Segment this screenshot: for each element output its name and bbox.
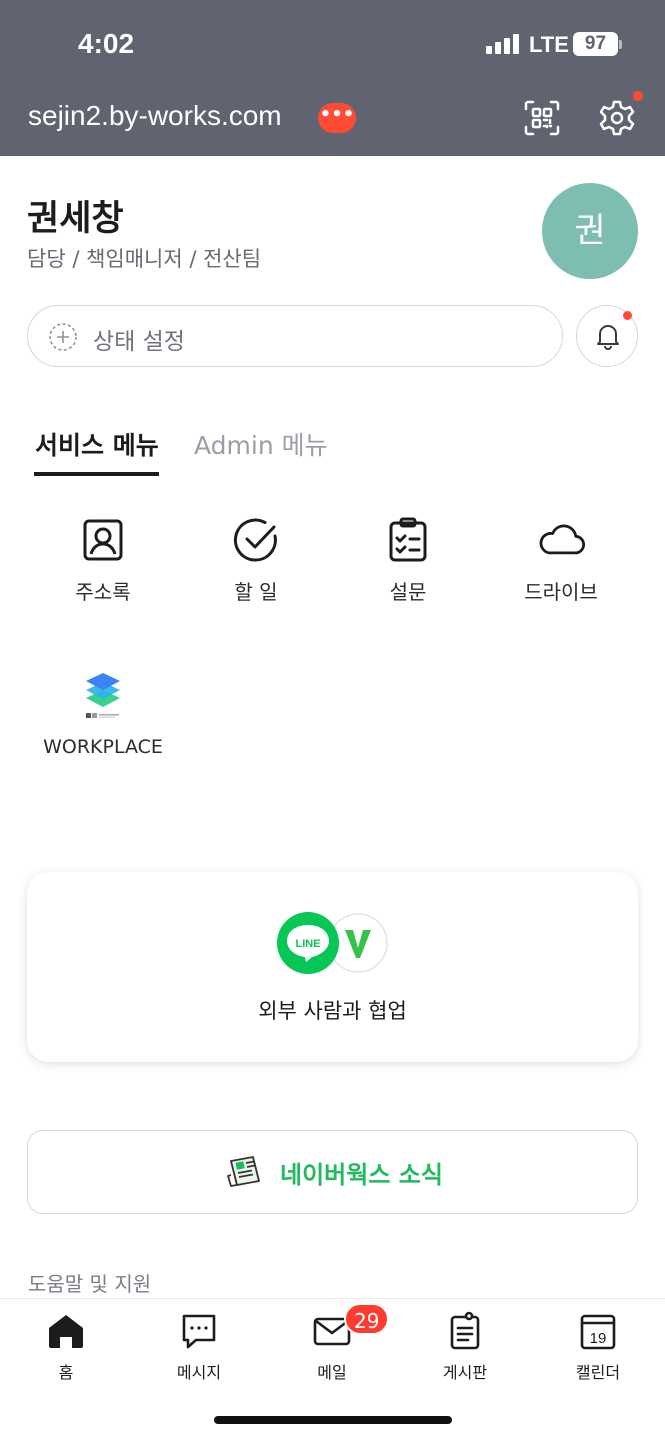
- more-dots-icon[interactable]: •••: [318, 103, 356, 133]
- nav-label: 메시지: [176, 1363, 222, 1382]
- nav-home[interactable]: 홈: [11, 1311, 121, 1383]
- home-icon: [49, 1315, 83, 1348]
- network-type: LTE: [529, 32, 569, 57]
- contact-card-icon: [83, 519, 123, 561]
- clipboard-checklist-icon: [389, 517, 427, 562]
- home-indicator: [214, 1416, 452, 1424]
- user-name: 권세창: [27, 199, 124, 239]
- naverworks-news-button[interactable]: 네이버웍스 소식: [27, 1130, 638, 1214]
- tab-admin-menu[interactable]: Admin 메뉴: [194, 426, 328, 462]
- line-works-logo-icon: LINE: [277, 912, 388, 974]
- service-todo[interactable]: 할 일: [181, 516, 331, 605]
- nav-messages[interactable]: 메시지: [144, 1311, 254, 1383]
- signal-strength-icon: [486, 34, 519, 54]
- board-icon: [450, 1311, 480, 1350]
- check-circle-icon: [233, 518, 277, 562]
- line-logo-text: LINE: [295, 938, 320, 950]
- chat-bubble-icon: [182, 1314, 216, 1349]
- service-address-book[interactable]: 주소록: [28, 516, 178, 605]
- calendar-date: 19: [590, 1330, 607, 1347]
- user-position: 담당 / 책임매니저 / 전산팀: [27, 247, 262, 271]
- newspaper-icon: [227, 1156, 260, 1187]
- add-status-icon: [49, 323, 77, 351]
- avatar[interactable]: 권: [542, 183, 638, 279]
- workspace-domain[interactable]: sejin2.by-works.com: [28, 100, 282, 132]
- nav-label: 캘린더: [575, 1363, 621, 1382]
- news-label: 네이버웍스 소식: [280, 1161, 443, 1189]
- qr-scan-icon[interactable]: [522, 98, 562, 138]
- service-label: 할 일: [234, 580, 278, 604]
- help-section-title: 도움말 및 지원: [28, 1272, 152, 1296]
- service-label: 주소록: [75, 580, 131, 604]
- status-setting-field[interactable]: 상태 설정: [27, 305, 563, 367]
- service-label: 설문: [389, 580, 427, 604]
- service-label: WORKPLACE: [43, 736, 163, 758]
- service-drive[interactable]: 드라이브: [486, 516, 636, 605]
- workplace-layers-icon: [86, 673, 120, 718]
- notification-dot: [623, 311, 632, 320]
- nav-board[interactable]: 게시판: [410, 1311, 520, 1383]
- nav-label: 홈: [58, 1363, 74, 1382]
- status-time: 4:02: [78, 28, 135, 59]
- service-label: 드라이브: [524, 580, 598, 604]
- nav-calendar[interactable]: 19 캘린더: [543, 1311, 653, 1383]
- tab-service-menu[interactable]: 서비스 메뉴: [35, 426, 159, 462]
- status-placeholder: 상태 설정: [93, 329, 185, 355]
- nav-label: 메일: [317, 1363, 347, 1382]
- service-workplace[interactable]: WORKPLACE: [28, 668, 178, 760]
- bell-icon: [597, 325, 619, 350]
- active-tab-indicator: [34, 472, 159, 476]
- calendar-icon: 19: [580, 1314, 616, 1350]
- app-header: 4:02 LTE 97 sejin2.by-works.com •••: [0, 0, 665, 156]
- battery-level: 97: [573, 32, 618, 56]
- service-survey[interactable]: 설문: [333, 516, 483, 605]
- external-collaboration-card[interactable]: LINE 외부 사람과 협업: [27, 872, 638, 1062]
- settings-notification-dot: [633, 91, 643, 101]
- gear-icon[interactable]: [597, 98, 637, 138]
- collab-label: 외부 사람과 협업: [258, 999, 407, 1023]
- cloud-icon: [539, 524, 585, 555]
- battery-tip: [619, 40, 622, 49]
- mail-unread-badge: 29: [344, 1303, 390, 1335]
- nav-label: 게시판: [442, 1363, 488, 1382]
